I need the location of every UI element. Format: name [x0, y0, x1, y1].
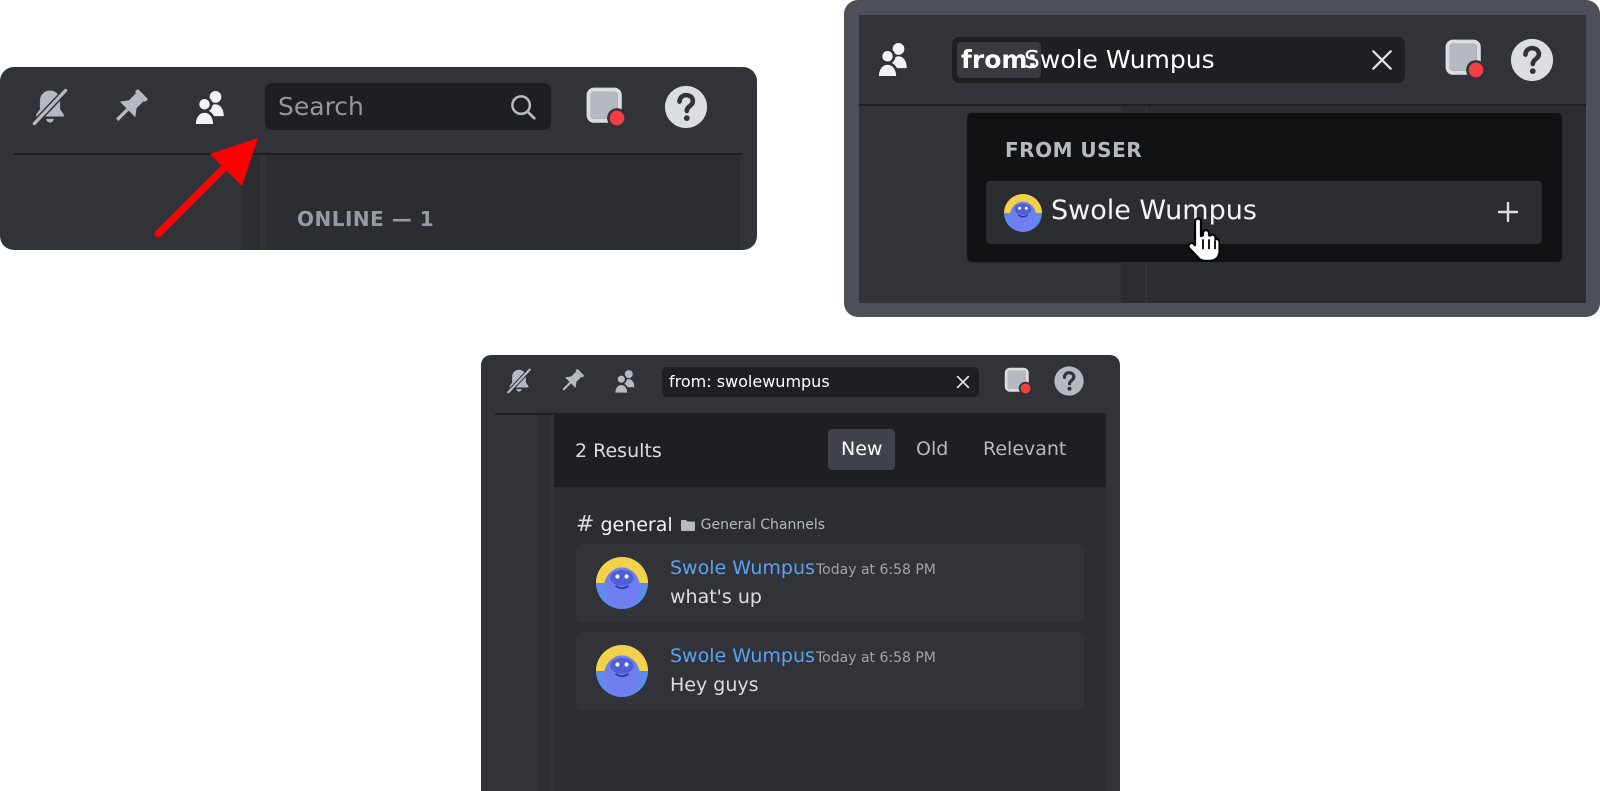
member-list-button[interactable]: [608, 364, 642, 398]
sort-tab-new[interactable]: New: [828, 429, 896, 470]
help-icon[interactable]: [1509, 37, 1555, 83]
bell-slash-icon: [506, 367, 532, 395]
members-icon: [193, 91, 224, 127]
message-text: Hey guys: [670, 674, 759, 696]
message-text: what's up: [670, 586, 762, 608]
bell-slash-icon: [31, 87, 69, 127]
close-icon[interactable]: [955, 374, 971, 390]
search-placeholder: Search: [278, 92, 364, 121]
channel-category: General Channels: [700, 516, 826, 533]
help-icon: [664, 85, 708, 129]
pin-icon: [115, 89, 148, 122]
plus-icon[interactable]: [1496, 200, 1520, 224]
help-button[interactable]: [662, 83, 710, 131]
results-count: 2 Results: [575, 440, 662, 462]
pin-icon: [562, 369, 584, 391]
close-icon[interactable]: [1369, 47, 1395, 73]
search-results: 2 Results New Old Relevant # general Gen…: [554, 415, 1106, 791]
channel-header-panel: Search ONLINE — 1: [0, 67, 757, 250]
notification-settings-button[interactable]: [502, 364, 536, 398]
results-header: 2 Results New Old Relevant: [554, 415, 1106, 487]
popout-section-title: FROM USER: [1005, 138, 1143, 162]
message-timestamp: Today at 6:58 PM: [816, 650, 936, 666]
search-bar[interactable]: from: swolewumpus: [662, 367, 979, 397]
help-icon: [1054, 366, 1084, 396]
folder-icon: [680, 519, 695, 531]
hand-cursor-icon: [1187, 217, 1220, 262]
result-channel[interactable]: # general General Channels: [576, 512, 825, 537]
user-option[interactable]: Swole Wumpus: [986, 181, 1542, 244]
search-bar[interactable]: Search: [265, 83, 551, 130]
notification-settings-button[interactable]: [26, 83, 74, 131]
red-arrow-annotation: [154, 138, 258, 238]
message-author[interactable]: Swole Wumpus: [670, 645, 815, 667]
members-icon[interactable]: [871, 37, 915, 81]
sort-tab-old[interactable]: Old: [903, 429, 961, 470]
search-result-message[interactable]: Swole Wumpus Today at 6:58 PM what's up: [576, 544, 1084, 622]
panel-b-content: from: Swole Wumpus FROM USER Swole Wumpu…: [859, 15, 1586, 303]
search-result-message[interactable]: Swole Wumpus Today at 6:58 PM Hey guys: [576, 632, 1084, 710]
inbox-icon: [586, 87, 627, 128]
help-button[interactable]: [1052, 364, 1086, 398]
avatar: [1004, 194, 1042, 232]
chat-edge: [538, 415, 550, 791]
channel-name: general: [600, 513, 673, 536]
search-value: from: swolewumpus: [669, 372, 830, 391]
inbox-button[interactable]: [582, 83, 630, 131]
search-icon: [511, 95, 536, 120]
user-option-name: Swole Wumpus: [1051, 195, 1257, 226]
members-icon: [613, 370, 635, 395]
inbox-button[interactable]: [1001, 364, 1035, 398]
pinned-messages-button[interactable]: [555, 364, 589, 398]
search-value: Swole Wumpus: [1024, 45, 1215, 74]
message-timestamp: Today at 6:58 PM: [816, 562, 936, 578]
search-autocomplete-panel: from: Swole Wumpus FROM USER Swole Wumpu…: [844, 0, 1600, 317]
search-bar[interactable]: from: Swole Wumpus: [952, 37, 1405, 83]
member-list-button[interactable]: [186, 83, 234, 131]
avatar[interactable]: [596, 645, 648, 697]
member-list: ONLINE — 1: [266, 155, 740, 250]
channel-hash-icon: #: [576, 512, 595, 537]
inbox-icon: [1004, 367, 1033, 396]
sort-tab-relevant[interactable]: Relevant: [970, 429, 1079, 470]
avatar[interactable]: [596, 557, 648, 609]
search-autocomplete-popout: FROM USER Swole Wumpus: [966, 112, 1563, 263]
pinned-messages-button[interactable]: [106, 83, 154, 131]
online-header: ONLINE — 1: [297, 207, 435, 231]
message-author[interactable]: Swole Wumpus: [670, 557, 815, 579]
inbox-icon[interactable]: [1443, 37, 1487, 81]
search-results-panel: from: swolewumpus 2 Results New Old Rele…: [481, 355, 1120, 791]
